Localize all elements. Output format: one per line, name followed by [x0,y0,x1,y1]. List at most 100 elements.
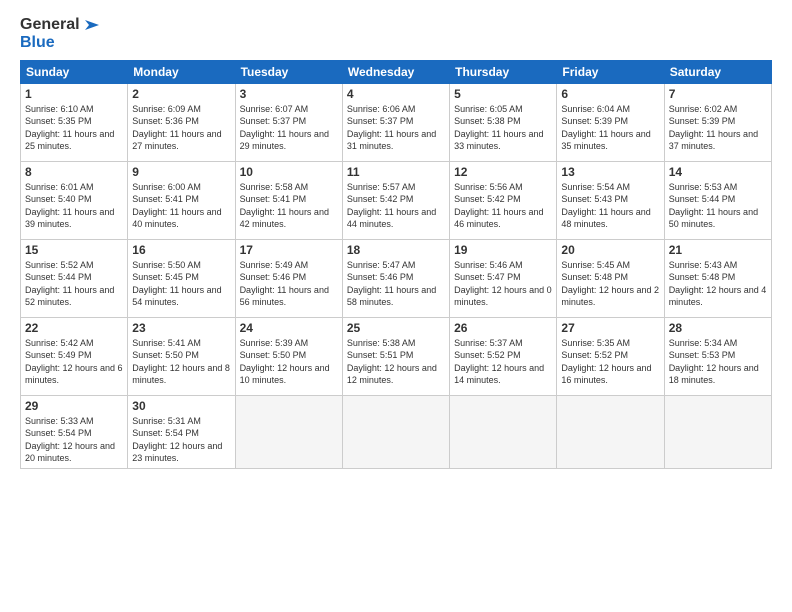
day-info: Sunrise: 5:47 AM Sunset: 5:46 PM Dayligh… [347,259,445,309]
day-number: 20 [561,243,659,257]
calendar-cell [664,395,771,468]
weekday-header-thursday: Thursday [450,60,557,83]
logo: General Blue [20,16,99,52]
weekday-header-row: SundayMondayTuesdayWednesdayThursdayFrid… [21,60,772,83]
day-number: 5 [454,87,552,101]
day-number: 8 [25,165,123,179]
calendar-cell: 14 Sunrise: 5:53 AM Sunset: 5:44 PM Dayl… [664,161,771,239]
calendar-week-2: 8 Sunrise: 6:01 AM Sunset: 5:40 PM Dayli… [21,161,772,239]
day-info: Sunrise: 6:06 AM Sunset: 5:37 PM Dayligh… [347,103,445,153]
calendar-cell: 26 Sunrise: 5:37 AM Sunset: 5:52 PM Dayl… [450,317,557,395]
day-info: Sunrise: 6:10 AM Sunset: 5:35 PM Dayligh… [25,103,123,153]
day-number: 14 [669,165,767,179]
day-info: Sunrise: 5:46 AM Sunset: 5:47 PM Dayligh… [454,259,552,309]
calendar-cell: 27 Sunrise: 5:35 AM Sunset: 5:52 PM Dayl… [557,317,664,395]
calendar-week-1: 1 Sunrise: 6:10 AM Sunset: 5:35 PM Dayli… [21,83,772,161]
day-info: Sunrise: 6:07 AM Sunset: 5:37 PM Dayligh… [240,103,338,153]
weekday-header-tuesday: Tuesday [235,60,342,83]
calendar-cell: 21 Sunrise: 5:43 AM Sunset: 5:48 PM Dayl… [664,239,771,317]
calendar-cell: 8 Sunrise: 6:01 AM Sunset: 5:40 PM Dayli… [21,161,128,239]
calendar-cell: 11 Sunrise: 5:57 AM Sunset: 5:42 PM Dayl… [342,161,449,239]
day-number: 21 [669,243,767,257]
logo-wordmark: General Blue [20,16,99,52]
calendar-cell: 5 Sunrise: 6:05 AM Sunset: 5:38 PM Dayli… [450,83,557,161]
calendar-cell: 17 Sunrise: 5:49 AM Sunset: 5:46 PM Dayl… [235,239,342,317]
calendar-cell: 30 Sunrise: 5:31 AM Sunset: 5:54 PM Dayl… [128,395,235,468]
calendar-cell [450,395,557,468]
calendar-cell: 2 Sunrise: 6:09 AM Sunset: 5:36 PM Dayli… [128,83,235,161]
day-number: 22 [25,321,123,335]
logo-blue: Blue [20,34,55,51]
day-number: 7 [669,87,767,101]
calendar-cell: 24 Sunrise: 5:39 AM Sunset: 5:50 PM Dayl… [235,317,342,395]
day-number: 16 [132,243,230,257]
day-info: Sunrise: 5:33 AM Sunset: 5:54 PM Dayligh… [25,415,123,465]
day-info: Sunrise: 5:43 AM Sunset: 5:48 PM Dayligh… [669,259,767,309]
day-info: Sunrise: 5:35 AM Sunset: 5:52 PM Dayligh… [561,337,659,387]
day-info: Sunrise: 5:52 AM Sunset: 5:44 PM Dayligh… [25,259,123,309]
calendar-cell: 7 Sunrise: 6:02 AM Sunset: 5:39 PM Dayli… [664,83,771,161]
calendar-cell: 13 Sunrise: 5:54 AM Sunset: 5:43 PM Dayl… [557,161,664,239]
day-number: 18 [347,243,445,257]
calendar-cell: 25 Sunrise: 5:38 AM Sunset: 5:51 PM Dayl… [342,317,449,395]
calendar-cell: 4 Sunrise: 6:06 AM Sunset: 5:37 PM Dayli… [342,83,449,161]
day-number: 19 [454,243,552,257]
calendar-cell: 16 Sunrise: 5:50 AM Sunset: 5:45 PM Dayl… [128,239,235,317]
day-number: 30 [132,399,230,413]
day-info: Sunrise: 5:56 AM Sunset: 5:42 PM Dayligh… [454,181,552,231]
logo-general: General [20,16,80,33]
day-number: 3 [240,87,338,101]
weekday-header-sunday: Sunday [21,60,128,83]
day-info: Sunrise: 5:54 AM Sunset: 5:43 PM Dayligh… [561,181,659,231]
day-info: Sunrise: 5:34 AM Sunset: 5:53 PM Dayligh… [669,337,767,387]
day-number: 26 [454,321,552,335]
day-number: 11 [347,165,445,179]
calendar-week-3: 15 Sunrise: 5:52 AM Sunset: 5:44 PM Dayl… [21,239,772,317]
day-number: 15 [25,243,123,257]
calendar-cell: 22 Sunrise: 5:42 AM Sunset: 5:49 PM Dayl… [21,317,128,395]
day-number: 25 [347,321,445,335]
day-info: Sunrise: 5:49 AM Sunset: 5:46 PM Dayligh… [240,259,338,309]
calendar-week-4: 22 Sunrise: 5:42 AM Sunset: 5:49 PM Dayl… [21,317,772,395]
day-info: Sunrise: 6:01 AM Sunset: 5:40 PM Dayligh… [25,181,123,231]
calendar-cell: 19 Sunrise: 5:46 AM Sunset: 5:47 PM Dayl… [450,239,557,317]
calendar-cell: 18 Sunrise: 5:47 AM Sunset: 5:46 PM Dayl… [342,239,449,317]
calendar-cell: 12 Sunrise: 5:56 AM Sunset: 5:42 PM Dayl… [450,161,557,239]
calendar-cell [235,395,342,468]
calendar-cell: 9 Sunrise: 6:00 AM Sunset: 5:41 PM Dayli… [128,161,235,239]
day-number: 23 [132,321,230,335]
calendar-table: SundayMondayTuesdayWednesdayThursdayFrid… [20,60,772,469]
day-number: 27 [561,321,659,335]
day-info: Sunrise: 6:02 AM Sunset: 5:39 PM Dayligh… [669,103,767,153]
weekday-header-wednesday: Wednesday [342,60,449,83]
day-info: Sunrise: 5:45 AM Sunset: 5:48 PM Dayligh… [561,259,659,309]
day-info: Sunrise: 6:09 AM Sunset: 5:36 PM Dayligh… [132,103,230,153]
calendar-cell: 29 Sunrise: 5:33 AM Sunset: 5:54 PM Dayl… [21,395,128,468]
day-number: 29 [25,399,123,413]
day-info: Sunrise: 5:42 AM Sunset: 5:49 PM Dayligh… [25,337,123,387]
day-number: 13 [561,165,659,179]
day-info: Sunrise: 6:05 AM Sunset: 5:38 PM Dayligh… [454,103,552,153]
calendar-cell: 28 Sunrise: 5:34 AM Sunset: 5:53 PM Dayl… [664,317,771,395]
day-info: Sunrise: 5:58 AM Sunset: 5:41 PM Dayligh… [240,181,338,231]
day-info: Sunrise: 5:50 AM Sunset: 5:45 PM Dayligh… [132,259,230,309]
day-info: Sunrise: 6:04 AM Sunset: 5:39 PM Dayligh… [561,103,659,153]
day-info: Sunrise: 5:57 AM Sunset: 5:42 PM Dayligh… [347,181,445,231]
day-number: 2 [132,87,230,101]
calendar-cell: 6 Sunrise: 6:04 AM Sunset: 5:39 PM Dayli… [557,83,664,161]
calendar-cell: 15 Sunrise: 5:52 AM Sunset: 5:44 PM Dayl… [21,239,128,317]
day-number: 6 [561,87,659,101]
calendar-cell: 1 Sunrise: 6:10 AM Sunset: 5:35 PM Dayli… [21,83,128,161]
day-number: 1 [25,87,123,101]
day-info: Sunrise: 5:38 AM Sunset: 5:51 PM Dayligh… [347,337,445,387]
calendar-week-5: 29 Sunrise: 5:33 AM Sunset: 5:54 PM Dayl… [21,395,772,468]
weekday-header-saturday: Saturday [664,60,771,83]
day-info: Sunrise: 5:31 AM Sunset: 5:54 PM Dayligh… [132,415,230,465]
calendar-cell [557,395,664,468]
calendar-cell [342,395,449,468]
weekday-header-friday: Friday [557,60,664,83]
day-info: Sunrise: 6:00 AM Sunset: 5:41 PM Dayligh… [132,181,230,231]
header: General Blue [20,16,772,52]
page: General Blue SundayMondayTuesdayWednesda… [0,0,792,612]
day-number: 10 [240,165,338,179]
